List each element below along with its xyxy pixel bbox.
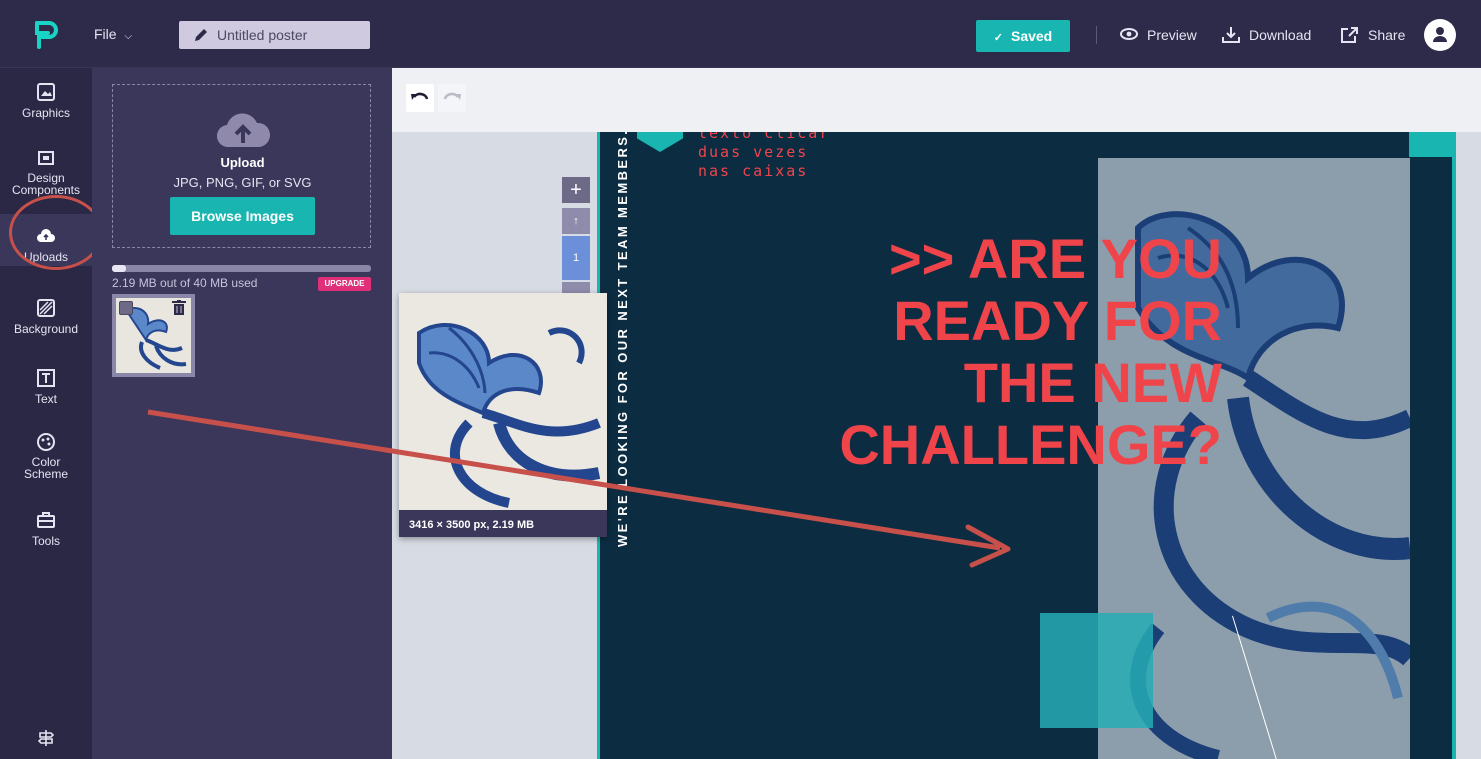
share-label: Share bbox=[1368, 27, 1406, 43]
saved-button[interactable]: ✓ Saved bbox=[976, 20, 1070, 52]
toolbar-divider bbox=[1096, 26, 1097, 44]
history-toolbar bbox=[392, 68, 1481, 132]
user-icon bbox=[1433, 27, 1447, 42]
share-icon bbox=[1341, 27, 1358, 43]
browse-images-button[interactable]: Browse Images bbox=[170, 197, 315, 235]
poster-hint-text[interactable]: texto clicar duas vezes nas caixas bbox=[698, 132, 830, 181]
storage-usage-fill bbox=[112, 265, 127, 272]
file-menu-label: File bbox=[94, 26, 117, 42]
pencil-icon bbox=[195, 29, 207, 41]
hint-line: duas vezes bbox=[698, 143, 809, 161]
download-button[interactable]: Download bbox=[1221, 27, 1311, 43]
rail-label-text: Text bbox=[34, 392, 57, 406]
upload-title: Upload bbox=[220, 155, 265, 170]
file-menu[interactable]: File ⌵ bbox=[94, 26, 132, 42]
storage-usage-text: 2.19 MB out of 40 MB used bbox=[112, 276, 258, 290]
rail-item-color-scheme[interactable]: Color Scheme bbox=[0, 432, 92, 492]
poster-corner-block bbox=[1409, 132, 1456, 157]
tile-artwork bbox=[399, 293, 607, 510]
cloud-upload-icon bbox=[216, 113, 271, 148]
add-page-button[interactable]: + bbox=[562, 177, 590, 203]
document-title-field[interactable]: Untitled poster bbox=[179, 21, 370, 49]
rail-label-color-scheme: Color Scheme bbox=[23, 455, 69, 481]
rail-label-tools: Tools bbox=[31, 534, 60, 548]
rail-item-text[interactable]: Text bbox=[0, 368, 92, 424]
poster-right-stripe bbox=[1452, 132, 1456, 759]
eye-icon bbox=[1120, 28, 1138, 40]
poster-canvas[interactable]: texto clicar duas vezes nas caixas WE'RE… bbox=[597, 132, 1456, 759]
move-page-up-button[interactable]: ↑ bbox=[562, 208, 590, 234]
image-dimensions-label: 3416 × 3500 px, 2.19 MB bbox=[409, 519, 535, 531]
page-thumbnail[interactable]: 1 bbox=[562, 236, 590, 280]
uploaded-image-thumbnail[interactable] bbox=[112, 294, 195, 377]
headline-line: THE NEW bbox=[963, 351, 1222, 414]
toolbox-icon bbox=[37, 512, 55, 528]
trash-icon[interactable] bbox=[172, 300, 186, 316]
chevron-down-icon: ⌵ bbox=[124, 31, 133, 42]
rail-item-tools[interactable]: Tools bbox=[0, 510, 92, 566]
rail-label-design-components: Design Components bbox=[11, 171, 81, 197]
rail-label-background: Background bbox=[13, 322, 79, 336]
palette-icon bbox=[37, 433, 55, 451]
poster-teal-square[interactable] bbox=[1040, 613, 1153, 728]
image-drag-preview[interactable]: 3416 × 3500 px, 2.19 MB bbox=[399, 293, 607, 537]
undo-icon bbox=[411, 92, 429, 100]
plus-icon: + bbox=[570, 179, 582, 201]
poster-vertical-text[interactable]: WE'RE LOOKING FOR OUR NEXT TEAM MEMBERS. bbox=[615, 132, 630, 547]
uploads-panel: Upload JPG, PNG, GIF, or SVG Browse Imag… bbox=[92, 68, 392, 759]
background-pattern-icon bbox=[37, 299, 55, 317]
editor-app: File ⌵ Untitled poster ✓ Saved Preview D… bbox=[0, 0, 1481, 759]
components-icon bbox=[38, 151, 54, 165]
arrow-up-icon: ↑ bbox=[573, 215, 579, 227]
check-icon: ✓ bbox=[993, 32, 1003, 44]
tool-rail: Graphics Design Components Uploads Backg… bbox=[0, 68, 103, 759]
text-icon bbox=[37, 369, 55, 387]
share-button[interactable]: Share bbox=[1340, 27, 1405, 43]
headline-line: READY FOR bbox=[893, 289, 1222, 352]
rail-item-background[interactable]: Background bbox=[0, 298, 92, 354]
download-icon bbox=[1222, 27, 1240, 43]
hint-line: nas caixas bbox=[698, 162, 809, 180]
top-bar: File ⌵ Untitled poster ✓ Saved Preview D… bbox=[0, 0, 1481, 68]
hint-line: texto clicar bbox=[698, 132, 831, 142]
signpost-icon[interactable] bbox=[36, 728, 56, 748]
upgrade-badge[interactable]: UPGRADE bbox=[318, 277, 371, 291]
upload-file-types: JPG, PNG, GIF, or SVG bbox=[173, 175, 312, 190]
download-label: Download bbox=[1249, 27, 1312, 43]
rail-item-graphics[interactable]: Graphics bbox=[0, 82, 92, 138]
undo-button[interactable] bbox=[406, 84, 434, 112]
drag-preview-image bbox=[399, 293, 607, 510]
app-logo-icon[interactable] bbox=[30, 20, 58, 50]
saved-label: Saved bbox=[1010, 28, 1053, 44]
document-title: Untitled poster bbox=[217, 27, 308, 43]
upload-dropzone[interactable]: Upload JPG, PNG, GIF, or SVG Browse Imag… bbox=[112, 84, 371, 248]
headline-line: CHALLENGE? bbox=[839, 413, 1222, 476]
user-avatar[interactable] bbox=[1424, 19, 1456, 51]
annotation-circle bbox=[9, 195, 103, 270]
preview-label: Preview bbox=[1147, 27, 1197, 43]
poster-hexagon-shape[interactable] bbox=[637, 132, 683, 152]
headline-line: >> ARE YOU bbox=[888, 227, 1222, 290]
storage-usage-bar bbox=[112, 265, 371, 272]
select-checkbox[interactable] bbox=[119, 301, 133, 315]
image-icon bbox=[37, 83, 55, 101]
redo-button[interactable] bbox=[438, 84, 466, 112]
rail-label-graphics: Graphics bbox=[21, 106, 71, 120]
redo-icon bbox=[443, 92, 461, 100]
poster-headline[interactable]: >> ARE YOU READY FOR THE NEW CHALLENGE? bbox=[777, 228, 1222, 476]
preview-button[interactable]: Preview bbox=[1119, 27, 1197, 43]
